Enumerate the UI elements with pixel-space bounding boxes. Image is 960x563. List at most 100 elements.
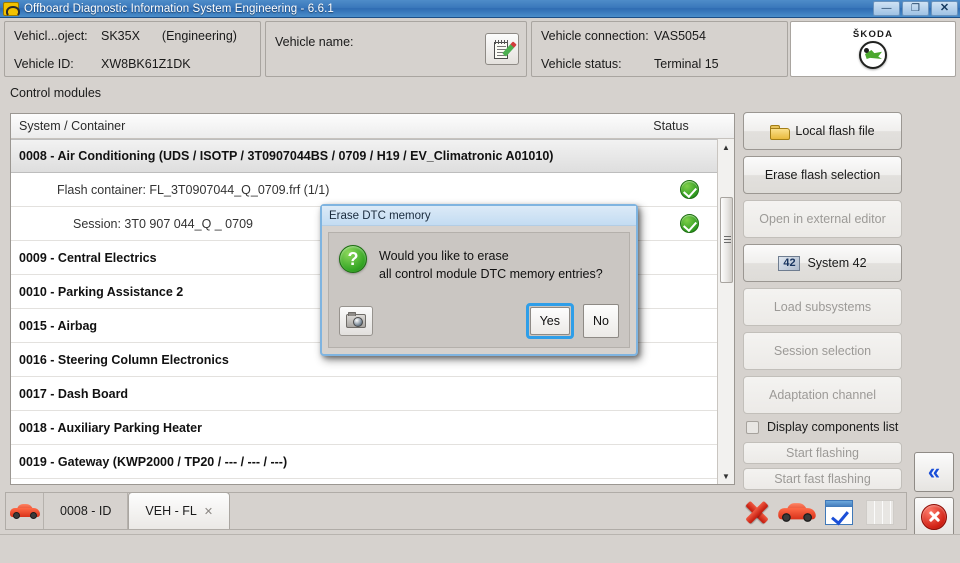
table-row[interactable]: 0018 - Auxiliary Parking Heater [11, 411, 734, 445]
table-row[interactable]: Flash container: FL_3T0907044_Q_0709.frf… [11, 173, 734, 207]
notepad-edit-icon [493, 39, 517, 59]
tab-label: VEH - FL [145, 504, 197, 518]
button-label: Erase flash selection [764, 168, 881, 182]
cell-system: 0008 - Air Conditioning (UDS / ISOTP / 3… [19, 149, 554, 163]
column-header-status[interactable]: Status [626, 119, 716, 133]
navigation-buttons: « [914, 452, 954, 542]
double-chevron-left-icon: « [927, 459, 941, 484]
blue-check-icon[interactable] [825, 500, 853, 525]
brand-logo-panel: ŠKODA [790, 21, 956, 77]
vehicle-id-row: Vehicle ID: XW8BK61Z1DK [5, 50, 260, 78]
bottom-toolbar-icons [744, 500, 894, 525]
button-local-flash-file[interactable]: Local flash file [743, 112, 902, 150]
vehicle-status-label: Vehicle status: [541, 57, 622, 71]
status-ok-icon [679, 180, 699, 199]
erase-dtc-dialog: Erase DTC memory ? Would you like to era… [320, 204, 638, 356]
brand-name: ŠKODA [852, 29, 894, 40]
no-button[interactable]: No [583, 304, 619, 338]
button-label: Session selection [773, 344, 872, 358]
bottom-tab-bar: 0008 - ID VEH - FL ✕ [5, 492, 907, 530]
window-title: Offboard Diagnostic Information System E… [24, 2, 334, 15]
grid-icon[interactable] [866, 500, 894, 525]
cell-system: 0019 - Gateway (KWP2000 / TP20 / --- / -… [19, 454, 288, 469]
vertical-scrollbar[interactable]: ▲ ▼ [717, 139, 734, 484]
button-system-42[interactable]: 42 System 42 [743, 244, 902, 282]
button-start-flashing: Start flashing [743, 442, 902, 464]
checkbox-box[interactable] [746, 420, 759, 434]
checkbox-label: Display components list [767, 420, 899, 434]
button-label: System 42 [807, 256, 867, 270]
status-bar [0, 534, 960, 563]
close-icon[interactable]: ✕ [204, 505, 213, 518]
dialog-message-row: ? Would you like to erase all control mo… [329, 233, 629, 283]
camera-icon [346, 312, 366, 328]
window-controls: — ❐ ✕ [873, 1, 958, 16]
engine-icon [3, 1, 20, 17]
dialog-message-line1: Would you like to erase [379, 249, 509, 263]
dialog-message: Would you like to erase all control modu… [379, 245, 603, 283]
table-row[interactable]: 0019 - Gateway (KWP2000 / TP20 / --- / -… [11, 445, 734, 479]
button-start-fast-flashing: Start fast flashing [743, 468, 902, 490]
vehicle-connection-row: Vehicle connection: VAS5054 [532, 22, 787, 50]
scroll-down-arrow-icon[interactable]: ▼ [718, 468, 734, 484]
dialog-answer-buttons: Yes No [525, 303, 619, 339]
scrollbar-thumb[interactable] [720, 197, 733, 283]
application-window: Offboard Diagnostic Information System E… [0, 0, 960, 563]
button-label: Open in external editor [759, 212, 886, 226]
button-label: Local flash file [795, 124, 875, 138]
vehicle-project-label: Vehicl...oject: [14, 29, 88, 43]
table-row[interactable]: 0008 - Air Conditioning (UDS / ISOTP / 3… [11, 139, 734, 173]
vehicle-info-panel: Vehicl...oject: SK35X (Engineering) Vehi… [4, 21, 261, 77]
red-car-icon [6, 493, 44, 529]
vehicle-project-row: Vehicl...oject: SK35X (Engineering) [5, 22, 260, 50]
vehicle-name-label: Vehicle name: [275, 35, 354, 49]
back-button[interactable]: « [914, 452, 954, 492]
red-x-circle-icon [921, 504, 947, 530]
red-car-icon[interactable] [778, 503, 816, 522]
dialog-message-line2: all control module DTC memory entries? [379, 267, 603, 281]
title-bar: Offboard Diagnostic Information System E… [0, 0, 960, 18]
table-row-empty [11, 479, 734, 484]
table-header-row: System / Container Status [11, 114, 734, 139]
screenshot-button[interactable] [339, 306, 373, 336]
vehicle-status-row: Vehicle status: Terminal 15 [532, 50, 787, 78]
cell-system: 0017 - Dash Board [19, 386, 129, 401]
button-label: Start fast flashing [774, 472, 871, 486]
vehicle-connection-value: VAS5054 [654, 29, 706, 43]
red-x-icon[interactable] [744, 500, 769, 525]
vehicle-id-value: XW8BK61Z1DK [101, 57, 191, 71]
folder-icon [770, 124, 791, 140]
button-erase-flash-selection[interactable]: Erase flash selection [743, 156, 902, 194]
button-label: Adaptation channel [768, 388, 877, 402]
vehicle-project-value: SK35X [101, 29, 140, 43]
table-row[interactable]: 0017 - Dash Board [11, 377, 734, 411]
tab-label: 0008 - ID [60, 504, 112, 518]
yes-button[interactable]: Yes [529, 307, 571, 335]
button-session-selection: Session selection [743, 332, 902, 370]
vehicle-header: Vehicl...oject: SK35X (Engineering) Vehi… [0, 18, 960, 80]
button-label: Start flashing [786, 446, 859, 460]
button-open-in-external-editor: Open in external editor [743, 200, 902, 238]
edit-vehicle-name-button[interactable] [485, 33, 519, 65]
dialog-body: ? Would you like to erase all control mo… [328, 232, 630, 348]
close-button[interactable]: ✕ [931, 1, 958, 16]
system-42-icon: 42 [778, 255, 801, 271]
status-ok-icon [679, 214, 699, 233]
maximize-button[interactable]: ❐ [902, 1, 929, 16]
dialog-actions: Yes No [329, 303, 629, 339]
action-button-panel: Local flash file Erase flash selection Ope… [743, 112, 906, 494]
display-components-list-checkbox[interactable]: Display components list [746, 420, 906, 434]
cell-system: 0018 - Auxiliary Parking Heater [19, 420, 202, 435]
column-header-system[interactable]: System / Container [11, 119, 626, 133]
minimize-button[interactable]: — [873, 1, 900, 16]
vehicle-connection-label: Vehicle connection: [541, 29, 649, 43]
cancel-button[interactable] [914, 497, 954, 537]
button-adaptation-channel: Adaptation channel [743, 376, 902, 414]
yes-button-focus-ring: Yes [525, 303, 575, 339]
vehicle-status-value: Terminal 15 [654, 57, 719, 71]
skoda-logo-icon [859, 41, 887, 69]
tab-veh-fl[interactable]: VEH - FL ✕ [128, 492, 231, 529]
tab-0008-id[interactable]: 0008 - ID [44, 493, 129, 529]
scroll-up-arrow-icon[interactable]: ▲ [718, 139, 734, 155]
vehicle-project-mode: (Engineering) [161, 29, 237, 43]
